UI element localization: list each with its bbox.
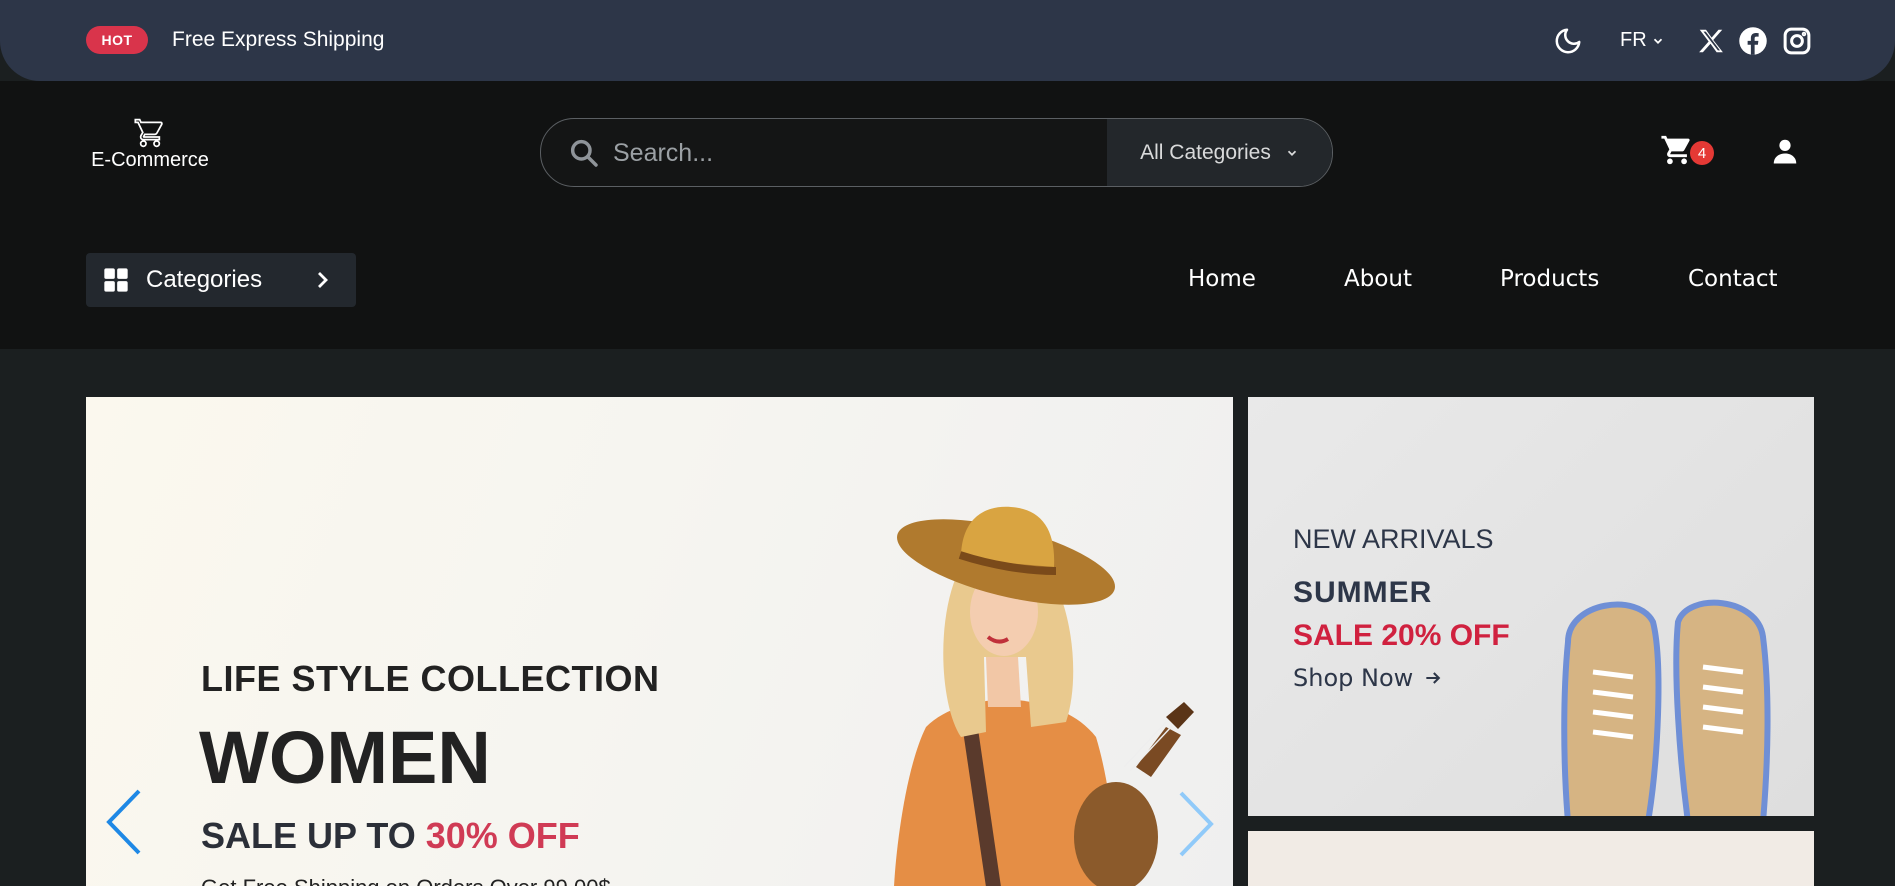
shipping-promo-text: Free Express Shipping [172,28,385,51]
promo-banner-summer[interactable]: NEW ARRIVALS SUMMER SALE 20% OFF Shop No… [1248,397,1814,816]
nav-link-about[interactable]: About [1344,266,1412,292]
site-logo[interactable]: E-Commerce [86,117,214,172]
language-selector[interactable]: FR [1620,29,1665,52]
hero-free-shipping-text: Get Free Shipping on Orders Over 99.00$ [201,875,611,886]
categories-label: Categories [146,266,263,293]
nav-link-products[interactable]: Products [1500,266,1599,292]
carousel-prev-arrow-icon[interactable] [104,787,144,857]
cart-logo-icon [134,118,163,148]
category-select[interactable]: All Categories [1107,119,1332,186]
chevron-right-icon [318,272,328,288]
grid-icon [104,268,128,292]
nav-link-home[interactable]: Home [1188,266,1256,292]
logo-text: E-Commerce [91,149,209,171]
promo-new-arrivals: NEW ARRIVALS [1293,524,1494,554]
hero-title: WOMEN [199,716,491,799]
hero-model-image [894,506,1194,886]
promo-sale: SALE 20% OFF [1293,619,1510,652]
language-label: FR [1620,29,1647,51]
chevron-down-icon [1653,38,1662,44]
carousel-next-arrow-icon[interactable] [1176,789,1216,859]
facebook-icon[interactable] [1738,26,1768,56]
nav-link-contact[interactable]: Contact [1688,266,1777,292]
promo-banner-secondary[interactable] [1248,831,1814,886]
hero-sale-text: SALE UP TO 30% OFF [201,815,580,857]
promo-summer: SUMMER [1293,576,1433,609]
x-icon[interactable] [1696,26,1726,56]
sneakers-image [1561,599,1771,816]
hero-sale-prefix: SALE UP TO [201,815,416,856]
categories-button[interactable]: Categories [86,253,356,307]
search-bar: All Categories [540,118,1333,187]
hero-sale-highlight: 30% OFF [425,815,580,856]
moon-icon[interactable] [1553,26,1583,56]
hero-subtitle: LIFE STYLE COLLECTION [201,658,660,699]
top-bar: HOT Free Express Shipping FR [0,0,1895,81]
category-select-label: All Categories [1140,140,1271,164]
instagram-icon[interactable] [1782,26,1812,56]
hot-badge: HOT [86,26,148,54]
search-icon [570,139,598,167]
cart-count-badge: 4 [1690,141,1714,165]
shop-now-label: Shop Now [1293,664,1414,692]
arrow-right-icon [1426,672,1441,684]
shop-now-link[interactable]: Shop Now [1293,664,1443,692]
search-input[interactable] [613,129,1093,177]
chevron-down-icon [1287,150,1296,156]
main-header: E-Commerce All Categories 4 Categories H… [0,81,1895,349]
hero-carousel: LIFE STYLE COLLECTION WOMEN SALE UP TO 3… [86,397,1233,886]
user-icon[interactable] [1770,136,1800,166]
shopping-cart-icon[interactable] [1660,133,1694,167]
